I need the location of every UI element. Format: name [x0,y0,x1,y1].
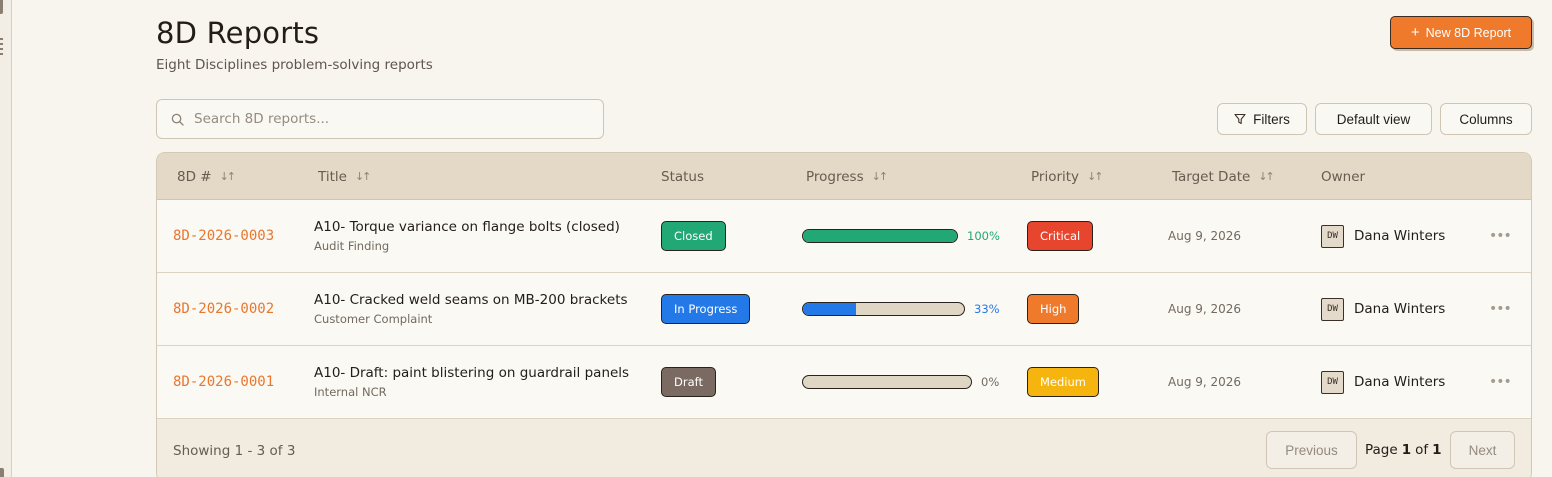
progress-bar [802,302,965,316]
column-header-target-date[interactable]: Target Date ↓↑ [1172,153,1275,200]
column-header-label: Target Date [1172,168,1251,185]
filter-icon [1234,113,1246,125]
rail-handle-bottom [0,468,4,477]
page-current: 1 [1401,442,1412,458]
filters-label: Filters [1253,111,1290,127]
column-header-label: Progress [806,168,864,185]
report-id-link[interactable]: 8D-2026-0001 [173,374,274,390]
page-total: 1 [1432,442,1442,458]
owner-name: Dana Winters [1354,374,1446,390]
search-box[interactable] [156,99,604,139]
progress-percent: 0% [981,375,1000,389]
previous-button[interactable]: Previous [1266,431,1357,469]
report-title[interactable]: A10- Cracked weld seams on MB-200 bracke… [314,292,628,308]
next-button[interactable]: Next [1450,431,1515,469]
new-8d-report-button[interactable]: + New 8D Report [1390,16,1532,49]
more-icon[interactable]: ••• [1489,301,1512,317]
owner-name: Dana Winters [1354,301,1446,317]
progress-fill [803,230,957,242]
column-header-progress[interactable]: Progress ↓↑ [806,153,889,200]
target-date: Aug 9, 2026 [1168,229,1242,243]
sort-icon[interactable]: ↓↑ [1258,170,1275,183]
report-id-link[interactable]: 8D-2026-0002 [173,301,274,317]
search-input[interactable] [194,111,603,127]
progress-fill [803,303,857,315]
target-date: Aug 9, 2026 [1168,375,1242,389]
table-row[interactable]: 8D-2026-0002 A10- Cracked weld seams on … [157,273,1531,346]
progress-bar [802,229,958,243]
new-8d-report-label: New 8D Report [1425,25,1512,40]
filters-button[interactable]: Filters [1217,103,1307,135]
status-badge: In Progress [661,294,751,324]
left-rail[interactable] [0,0,12,477]
avatar: DW [1321,297,1344,321]
column-header-label: 8D # [177,168,212,185]
priority-badge: Critical [1027,221,1094,251]
column-header-id[interactable]: 8D # ↓↑ [177,153,237,200]
column-header-status: Status [661,153,704,200]
column-header-label: Title [318,168,347,185]
sort-icon[interactable]: ↓↑ [355,170,372,183]
drag-handle-icon[interactable] [0,38,3,56]
page-indicator: Page 1 of 1 [1365,431,1446,469]
rail-handle [0,0,3,14]
sort-icon[interactable]: ↓↑ [872,170,889,183]
report-source: Internal NCR [314,385,387,399]
sort-icon[interactable]: ↓↑ [220,170,237,183]
target-date: Aug 9, 2026 [1168,302,1242,316]
column-header-label: Owner [1321,168,1366,185]
more-icon[interactable]: ••• [1489,228,1512,244]
progress-percent: 33% [974,302,1000,316]
sort-icon[interactable]: ↓↑ [1087,170,1104,183]
column-header-priority[interactable]: Priority ↓↑ [1031,153,1104,200]
priority-badge: Medium [1027,367,1099,397]
status-badge: Draft [661,367,716,397]
report-id-link[interactable]: 8D-2026-0003 [173,228,274,244]
table-row[interactable]: 8D-2026-0003 A10- Torque variance on fla… [157,200,1531,273]
columns-label: Columns [1459,111,1513,127]
column-header-label: Priority [1031,168,1080,185]
column-header-title[interactable]: Title ↓↑ [318,153,372,200]
page-title: 8D Reports [156,16,320,50]
report-title[interactable]: A10- Draft: paint blistering on guardrai… [314,365,629,381]
plus-icon: + [1410,24,1420,41]
avatar: DW [1321,370,1344,394]
progress-percent: 100% [967,229,1000,243]
default-view-button[interactable]: Default view [1315,103,1432,135]
progress-bar [802,375,972,389]
avatar: DW [1321,224,1344,248]
columns-button[interactable]: Columns [1440,103,1532,135]
more-icon[interactable]: ••• [1489,374,1512,390]
report-title[interactable]: A10- Torque variance on flange bolts (cl… [314,219,620,235]
page-of: of [1415,442,1429,458]
table-header: 8D # ↓↑ Title ↓↑ Status Progress ↓↑ Prio… [157,153,1531,200]
status-badge: Closed [661,221,726,251]
page-prefix: Page [1365,442,1398,458]
default-view-label: Default view [1336,111,1411,127]
owner-name: Dana Winters [1354,228,1446,244]
report-source: Audit Finding [314,239,390,253]
column-header-label: Status [661,168,705,185]
column-header-owner: Owner [1321,153,1365,200]
search-icon [171,113,184,126]
priority-badge: High [1027,294,1080,324]
page-subtitle: Eight Disciplines problem-solving report… [156,57,433,73]
report-source: Customer Complaint [314,312,433,326]
showing-count: Showing 1 - 3 of 3 [173,442,296,459]
table-row[interactable]: 8D-2026-0001 A10- Draft: paint blisterin… [157,346,1531,419]
reports-table: 8D # ↓↑ Title ↓↑ Status Progress ↓↑ Prio… [156,152,1532,477]
